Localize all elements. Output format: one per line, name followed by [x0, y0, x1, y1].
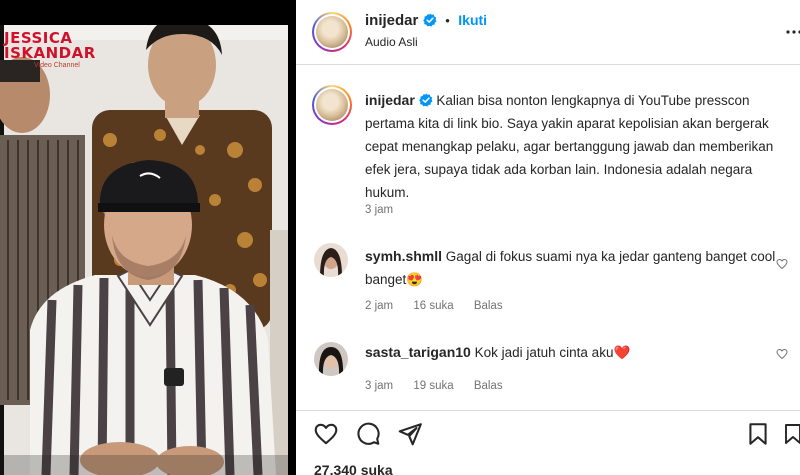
comment-meta: 2 jam 16 suka Balas: [365, 300, 520, 312]
post-media-video[interactable]: JESSICA ISKANDAR Video Channel: [0, 0, 296, 475]
more-options-icon[interactable]: [786, 25, 800, 39]
post-header: inijedar • Ikuti: [365, 12, 487, 30]
reply-button[interactable]: Balas: [474, 380, 503, 392]
separator-dot: •: [445, 13, 450, 28]
post-caption: inijedar Kalian bisa nonton lengkapnya d…: [365, 89, 793, 204]
bookmark-icon[interactable]: [745, 421, 771, 447]
follow-button[interactable]: Ikuti: [458, 12, 487, 28]
comment-like-heart-icon[interactable]: [776, 258, 788, 270]
share-icon[interactable]: [397, 421, 423, 447]
author-avatar[interactable]: [312, 12, 352, 52]
video-frame-illustration: [0, 0, 296, 475]
comment-time[interactable]: 2 jam: [365, 300, 393, 312]
comment-item: symh.shmll Gagal di fokus suami nya ka j…: [365, 245, 785, 291]
verified-badge-icon: [418, 93, 433, 107]
instagram-post-view: JESSICA ISKANDAR Video Channel inijedar …: [0, 0, 800, 475]
caption-author-avatar[interactable]: [312, 85, 352, 125]
action-bar: [296, 421, 800, 451]
channel-watermark: JESSICA ISKANDAR Video Channel: [4, 30, 96, 70]
comment-username[interactable]: sasta_tarigan10: [365, 344, 471, 360]
caption-time[interactable]: 3 jam: [365, 204, 393, 216]
comment-username[interactable]: symh.shmll: [365, 248, 442, 264]
post-side-panel: inijedar • Ikuti Audio Asli inijedar Kal…: [296, 0, 800, 475]
actions-divider: [296, 410, 800, 411]
header-divider: [296, 64, 800, 65]
caption-meta: 3 jam: [365, 204, 410, 216]
watermark-line4: Video Channel: [34, 62, 80, 69]
audio-label[interactable]: Audio Asli: [365, 35, 418, 49]
verified-badge-icon: [423, 13, 437, 27]
comment-likes[interactable]: 16 suka: [413, 300, 453, 312]
caption-text: Kalian bisa nonton lengkapnya di YouTube…: [365, 93, 774, 200]
comment-text: Kok jadi jatuh cinta aku❤️: [474, 345, 631, 360]
more-icon[interactable]: [784, 421, 800, 447]
watermark-line3: ISKANDAR: [4, 44, 96, 62]
heart-icon[interactable]: [313, 421, 339, 447]
comment-like-heart-icon[interactable]: [776, 348, 788, 360]
comment-item: sasta_tarigan10 Kok jadi jatuh cinta aku…: [365, 341, 785, 364]
comment-icon[interactable]: [355, 421, 381, 447]
comment-avatar[interactable]: [314, 243, 348, 277]
comment-meta: 3 jam 19 suka Balas: [365, 380, 520, 392]
author-username[interactable]: inijedar: [365, 12, 418, 29]
reply-button[interactable]: Balas: [474, 300, 503, 312]
comment-time[interactable]: 3 jam: [365, 380, 393, 392]
caption-username[interactable]: inijedar: [365, 92, 415, 108]
likes-count[interactable]: 27.340 suka: [314, 462, 393, 475]
comment-avatar[interactable]: [314, 342, 348, 376]
comment-likes[interactable]: 19 suka: [413, 380, 453, 392]
